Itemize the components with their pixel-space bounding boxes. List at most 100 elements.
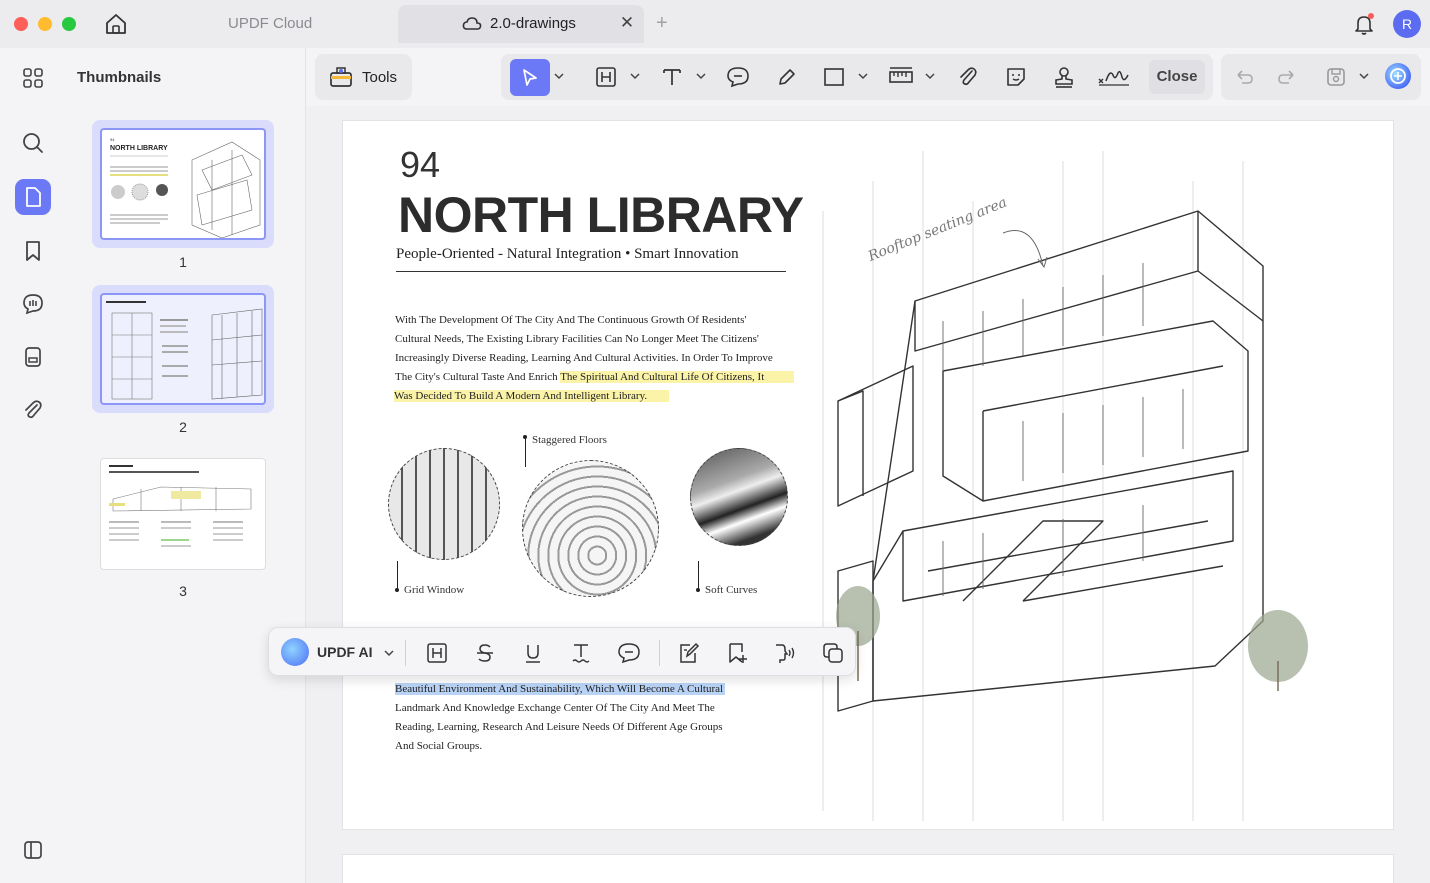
chevron-down-icon[interactable] [696, 70, 706, 82]
home-icon[interactable] [102, 10, 130, 38]
thumbnails-icon[interactable] [15, 60, 51, 96]
select-icon[interactable] [510, 59, 550, 96]
thumbnail-image: 94 NORTH LIBRARY [100, 128, 266, 240]
selected-text[interactable]: Beautiful Environment And Sustainability… [395, 683, 726, 695]
edit-note-icon[interactable] [675, 639, 703, 667]
redo-icon[interactable] [1272, 63, 1302, 91]
soft-curves-image [690, 448, 788, 546]
text-line: Cultural Needs, The Existing Library Fac… [395, 333, 759, 345]
annotation-toolbar: Close [501, 54, 1213, 100]
signature-icon[interactable] [1097, 63, 1131, 91]
selection-toolbar: UPDF AI [268, 627, 856, 676]
paragraph-intro[interactable]: With The Development Of The City And The… [394, 311, 805, 406]
page-subtitle: People-Oriented - Natural Integration • … [396, 246, 739, 262]
underline-icon[interactable] [519, 639, 547, 667]
thumbnail-page-1[interactable]: 94 NORTH LIBRARY [92, 120, 274, 248]
undo-icon[interactable] [1229, 63, 1259, 91]
bookmark-icon[interactable] [15, 233, 51, 269]
tab-document-label: 2.0-drawings [490, 15, 576, 32]
sticker-icon[interactable] [1001, 63, 1031, 91]
close-window-button[interactable] [14, 17, 28, 31]
callout-grid: Grid Window [404, 584, 465, 596]
scrollbar[interactable] [1417, 110, 1425, 880]
callout-dot [523, 435, 527, 439]
updf-ai-icon[interactable] [281, 638, 309, 666]
paragraph-closing[interactable]: Beautiful Environment And Sustainability… [395, 680, 805, 756]
updf-ai-label[interactable]: UPDF AI [317, 644, 372, 660]
form-icon[interactable] [15, 339, 51, 375]
separator [659, 640, 660, 666]
callout-line [525, 437, 526, 467]
tools-label: Tools [362, 69, 398, 86]
thumbnail-page-3[interactable] [92, 450, 274, 578]
toolbox-icon [329, 66, 353, 93]
avatar[interactable]: R [1393, 10, 1421, 38]
text-fragment: The City's Cultural Taste And Enrich [395, 371, 561, 383]
attachment-icon[interactable] [15, 392, 51, 428]
heading-icon[interactable] [423, 639, 451, 667]
close-tab-icon[interactable]: ✕ [618, 13, 636, 33]
text-line: The City's Cultural Taste And Enrich The… [395, 368, 805, 387]
callout-staggered: Staggered Floors [532, 434, 607, 446]
page-title: NORTH LIBRARY [398, 187, 804, 243]
save-icon[interactable] [1321, 63, 1351, 91]
stamp-icon[interactable] [1049, 63, 1079, 91]
sidebar-toggle-icon[interactable] [15, 832, 51, 868]
tab-document[interactable]: 2.0-drawings ✕ [398, 5, 644, 43]
callout-line [698, 561, 699, 591]
icon-rail [0, 48, 66, 883]
svg-text:94: 94 [110, 137, 115, 142]
minimize-window-button[interactable] [38, 17, 52, 31]
pdf-page-next[interactable] [343, 855, 1393, 883]
copy-icon[interactable] [819, 639, 847, 667]
text-squiggle-icon[interactable] [567, 639, 595, 667]
comments-icon[interactable] [15, 286, 51, 322]
add-tab-icon[interactable]: + [656, 12, 668, 35]
text-line: Was Decided To Build A Modern And Intell… [394, 387, 805, 406]
panel-title: Thumbnails [77, 69, 162, 86]
chevron-down-icon[interactable] [554, 70, 564, 82]
yellow-highlight[interactable]: The Spiritual And Cultural Life Of Citiz… [560, 371, 795, 383]
text-line: And Social Groups. [395, 740, 483, 752]
close-button[interactable]: Close [1149, 60, 1205, 94]
tools-button[interactable]: Tools [315, 54, 412, 100]
chevron-down-icon[interactable] [384, 647, 394, 659]
comment-icon[interactable] [723, 63, 753, 91]
thumbnail-number: 3 [179, 583, 187, 599]
rectangle-icon[interactable] [819, 63, 849, 91]
chevron-down-icon[interactable] [925, 70, 935, 82]
comment-icon[interactable] [615, 639, 643, 667]
pencil-icon[interactable] [772, 63, 802, 91]
search-icon[interactable] [15, 125, 51, 161]
page-number: 94 [400, 144, 441, 185]
text-line: Landmark And Knowledge Exchange Center O… [395, 702, 715, 714]
measure-icon[interactable] [886, 63, 916, 91]
staggered-floors-image [522, 460, 659, 597]
cloud-icon [462, 15, 482, 33]
text-line: Reading, Learning, Research And Leisure … [395, 721, 723, 733]
chevron-down-icon[interactable] [630, 70, 640, 82]
grid-window-image [388, 448, 500, 560]
bookmark-add-icon[interactable] [723, 639, 751, 667]
thumbnail-number: 2 [179, 419, 187, 435]
callout-line [397, 561, 398, 591]
thumbnails-panel: Thumbnails 94 NORTH LIBRARY 1 2 3 [66, 48, 306, 883]
svg-text:NORTH LIBRARY: NORTH LIBRARY [110, 145, 168, 152]
text-icon[interactable] [657, 63, 687, 91]
chevron-down-icon[interactable] [1359, 70, 1369, 82]
callout-dot [395, 588, 399, 592]
read-aloud-icon[interactable] [771, 639, 799, 667]
thumbnail-page-2[interactable] [92, 285, 274, 413]
strikethrough-icon[interactable] [471, 639, 499, 667]
notification-dot [1368, 13, 1374, 19]
chevron-down-icon[interactable] [858, 70, 868, 82]
updf-ai-icon[interactable] [1383, 62, 1413, 90]
callout-dot [696, 588, 700, 592]
text-box-icon[interactable] [591, 63, 621, 91]
attach-icon[interactable] [953, 63, 983, 91]
zoom-window-button[interactable] [62, 17, 76, 31]
tab-updf-cloud[interactable]: UPDF Cloud [228, 15, 312, 32]
thumbnail-number: 1 [179, 254, 187, 270]
yellow-highlight[interactable]: Was Decided To Build A Modern And Intell… [394, 390, 670, 402]
pages-icon[interactable] [15, 179, 51, 215]
